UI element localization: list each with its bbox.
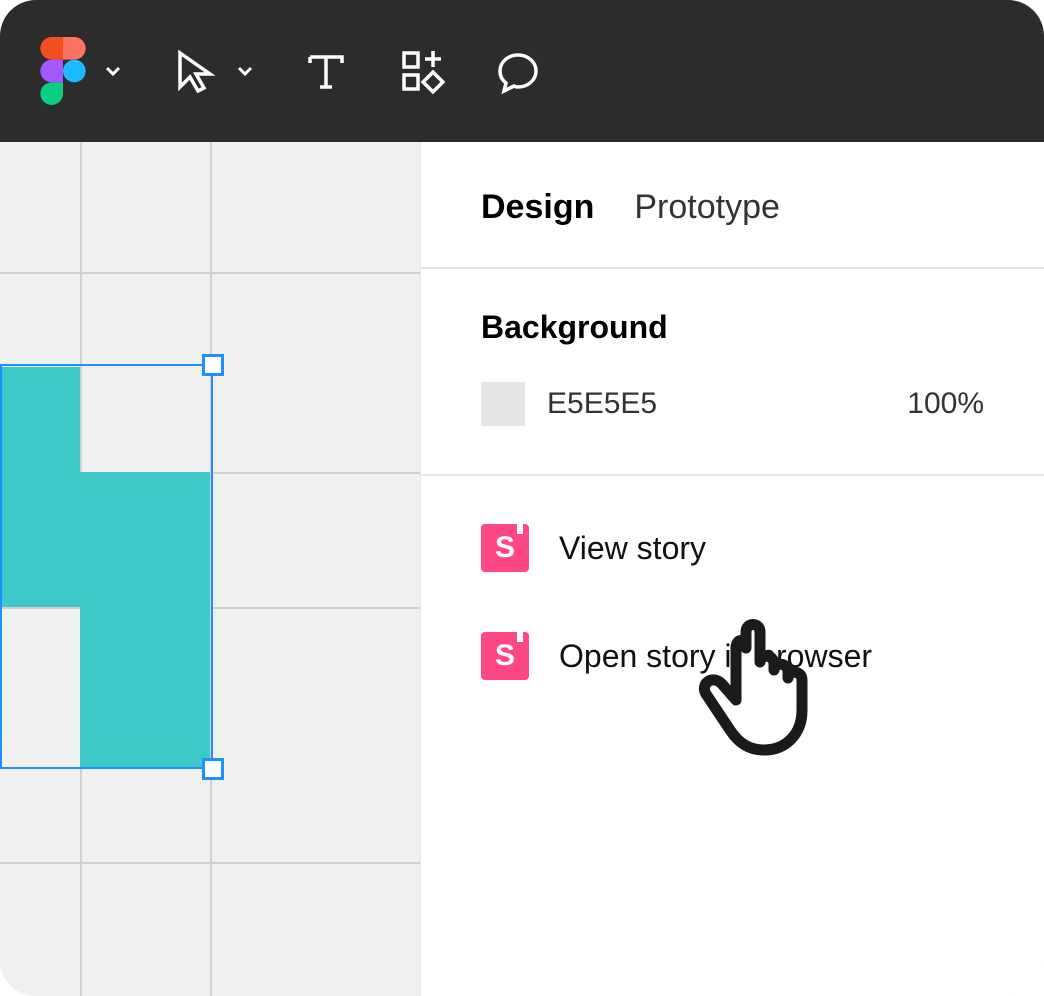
- storybook-icon: S: [481, 632, 529, 680]
- chevron-down-icon: [104, 62, 122, 80]
- figma-logo-icon: [40, 37, 86, 105]
- storybook-icon: S: [481, 524, 529, 572]
- canvas[interactable]: [0, 142, 420, 996]
- tab-design[interactable]: Design: [481, 188, 594, 227]
- toolbar: [0, 0, 1044, 142]
- panel-tabs: Design Prototype: [421, 142, 1044, 269]
- selection-handle-se[interactable]: [202, 758, 224, 780]
- comment-tool[interactable]: [494, 47, 542, 95]
- tab-prototype[interactable]: Prototype: [634, 188, 780, 227]
- properties-panel: Design Prototype Background E5E5E5 100% …: [420, 142, 1044, 996]
- main-area: Design Prototype Background E5E5E5 100% …: [0, 142, 1044, 996]
- app-window: Design Prototype Background E5E5E5 100% …: [0, 0, 1044, 996]
- move-tool[interactable]: [170, 47, 254, 95]
- components-icon: [398, 47, 446, 95]
- color-swatch[interactable]: [481, 382, 525, 426]
- chevron-down-icon: [236, 62, 254, 80]
- figma-menu[interactable]: [40, 37, 122, 105]
- plugin-view-story[interactable]: S View story: [481, 524, 984, 572]
- background-opacity[interactable]: 100%: [907, 387, 984, 421]
- section-title: Background: [481, 309, 984, 346]
- plugin-section: S View story S Open story in browser: [421, 476, 1044, 728]
- selection-handle-ne[interactable]: [202, 354, 224, 376]
- plugin-label: View story: [559, 530, 706, 567]
- comment-icon: [494, 47, 542, 95]
- resources-tool[interactable]: [398, 47, 446, 95]
- text-icon: [302, 47, 350, 95]
- plugin-open-story-browser[interactable]: S Open story in browser: [481, 632, 984, 680]
- cursor-icon: [170, 47, 218, 95]
- background-row[interactable]: E5E5E5 100%: [481, 382, 984, 426]
- selection-frame[interactable]: [0, 364, 213, 769]
- text-tool[interactable]: [302, 47, 350, 95]
- background-section: Background E5E5E5 100%: [421, 269, 1044, 476]
- background-hex[interactable]: E5E5E5: [547, 387, 885, 421]
- plugin-label: Open story in browser: [559, 638, 872, 675]
